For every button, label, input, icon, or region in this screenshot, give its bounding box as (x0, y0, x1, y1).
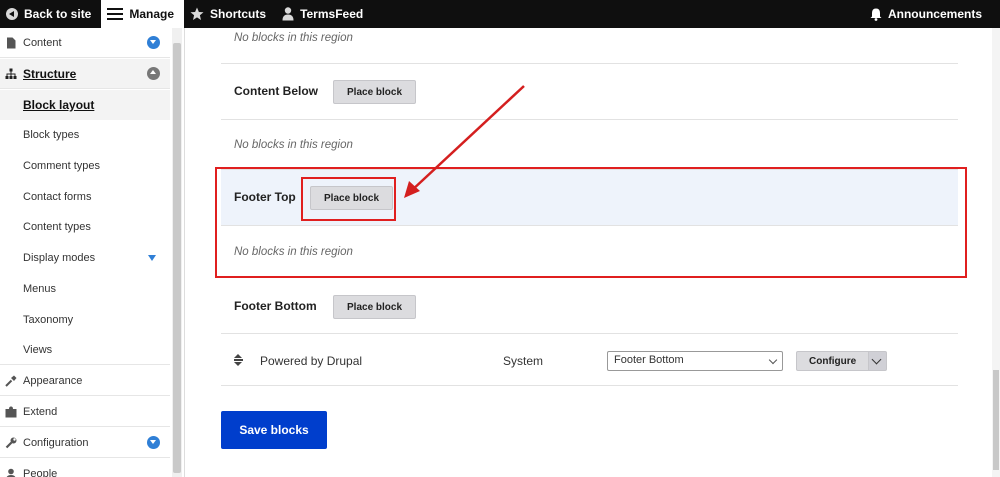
save-blocks-button[interactable]: Save blocks (221, 411, 327, 449)
sidebar-subitem-block-layout[interactable]: Block layout (0, 90, 170, 120)
sitemap-icon (5, 68, 17, 79)
region-title: Content Below (234, 84, 318, 98)
sidebar-subitem-label: Menus (23, 283, 57, 295)
configure-dropdown-toggle[interactable] (868, 351, 887, 371)
region-header-content-below: Content Below Place block (221, 64, 958, 120)
block-layout-main: No blocks in this region Content Below P… (186, 28, 1000, 477)
sidebar-item-label: Content (23, 36, 62, 49)
people-icon (6, 468, 16, 477)
sidebar-item-label: Structure (23, 66, 77, 81)
block-row: Powered by Drupal System Footer Bottom C… (221, 334, 958, 386)
expand-toggle-icon[interactable] (147, 436, 160, 449)
sidebar-item-label: Extend (23, 405, 58, 418)
sidebar-item-structure[interactable]: Structure (0, 59, 170, 89)
sidebar-item-appearance[interactable]: Appearance (0, 366, 170, 396)
manage-tab[interactable]: Manage (101, 0, 185, 28)
sidebar-subitem-comment-types[interactable]: Comment types (0, 151, 170, 181)
sidebar-subitem-contact-forms[interactable]: Contact forms (0, 182, 170, 212)
sidebar-subitem-label: Taxonomy (23, 314, 74, 326)
back-to-site-link[interactable]: Back to site (0, 0, 101, 28)
sidebar-subitem-label: Content types (23, 221, 91, 233)
sidebar-item-people[interactable]: People (0, 459, 170, 477)
user-label: TermsFeed (300, 7, 364, 21)
region-empty-row: No blocks in this region (221, 28, 958, 64)
sidebar-subitem-label: Block types (23, 129, 80, 141)
region-select-value: Footer Bottom (614, 354, 684, 366)
back-arrow-icon (6, 8, 18, 20)
empty-region-text: No blocks in this region (234, 32, 353, 44)
empty-region-text: No blocks in this region (234, 139, 353, 151)
place-block-button[interactable]: Place block (333, 295, 417, 319)
sidebar-item-label: Configuration (23, 436, 89, 449)
admin-toolbar: Back to site Manage Shortcuts TermsFeed … (0, 0, 1000, 28)
puzzle-icon (5, 406, 17, 418)
region-select[interactable]: Footer Bottom (607, 351, 783, 371)
block-category: System (503, 354, 544, 368)
region-title: Footer Bottom (234, 299, 317, 313)
block-name: Powered by Drupal (260, 354, 363, 368)
drag-handle-icon[interactable] (234, 354, 244, 366)
annotation-arrow-icon (404, 85, 525, 198)
wrench-icon (5, 437, 17, 449)
paintbrush-icon (5, 375, 17, 387)
back-to-site-label: Back to site (24, 7, 92, 21)
collapse-toggle-icon[interactable] (147, 67, 160, 80)
admin-sidebar: Content Structure Block layout Block typ… (0, 28, 185, 477)
sidebar-subitem-views[interactable]: Views (0, 335, 170, 365)
sidebar-subitem-content-types[interactable]: Content types (0, 212, 170, 242)
shortcuts-label: Shortcuts (210, 7, 267, 21)
announcements-tab[interactable]: Announcements (864, 0, 1000, 28)
sidebar-subitem-label: Display modes (23, 252, 96, 264)
shortcuts-tab[interactable]: Shortcuts (184, 0, 276, 28)
sidebar-subitem-display-modes[interactable]: Display modes (0, 243, 170, 273)
sidebar-item-configuration[interactable]: Configuration (0, 428, 170, 458)
chevron-down-icon (768, 355, 778, 365)
sidebar-subitem-label: Block layout (23, 98, 95, 112)
sidebar-subitem-taxonomy[interactable]: Taxonomy (0, 305, 170, 335)
bell-icon (870, 8, 882, 21)
configure-button[interactable]: Configure (796, 351, 870, 371)
user-tab[interactable]: TermsFeed (276, 0, 373, 28)
region-header-footer-bottom: Footer Bottom Place block (221, 278, 958, 334)
sidebar-scrollbar-thumb[interactable] (173, 43, 181, 473)
sidebar-subitem-label: Views (23, 343, 53, 356)
region-empty-row: No blocks in this region (221, 120, 958, 170)
sidebar-subitem-label: Comment types (23, 160, 101, 172)
menu-icon (107, 8, 124, 20)
manage-label: Manage (129, 7, 175, 21)
sidebar-item-label: People (23, 467, 58, 477)
sidebar-subitem-block-types[interactable]: Block types (0, 120, 170, 150)
sidebar-subitem-label: Contact forms (23, 191, 92, 203)
announcements-label: Announcements (887, 7, 982, 21)
sidebar-item-content[interactable]: Content (0, 28, 170, 58)
expand-toggle-icon[interactable] (147, 36, 160, 49)
page-scrollbar-thumb[interactable] (993, 370, 999, 470)
sidebar-subitem-menus[interactable]: Menus (0, 274, 170, 304)
user-icon (282, 7, 294, 21)
star-icon (190, 7, 204, 20)
caret-down-icon[interactable] (148, 255, 156, 261)
annotation-button-box (301, 177, 396, 221)
document-icon (7, 37, 16, 49)
sidebar-item-extend[interactable]: Extend (0, 397, 170, 427)
sidebar-item-label: Appearance (23, 374, 83, 387)
